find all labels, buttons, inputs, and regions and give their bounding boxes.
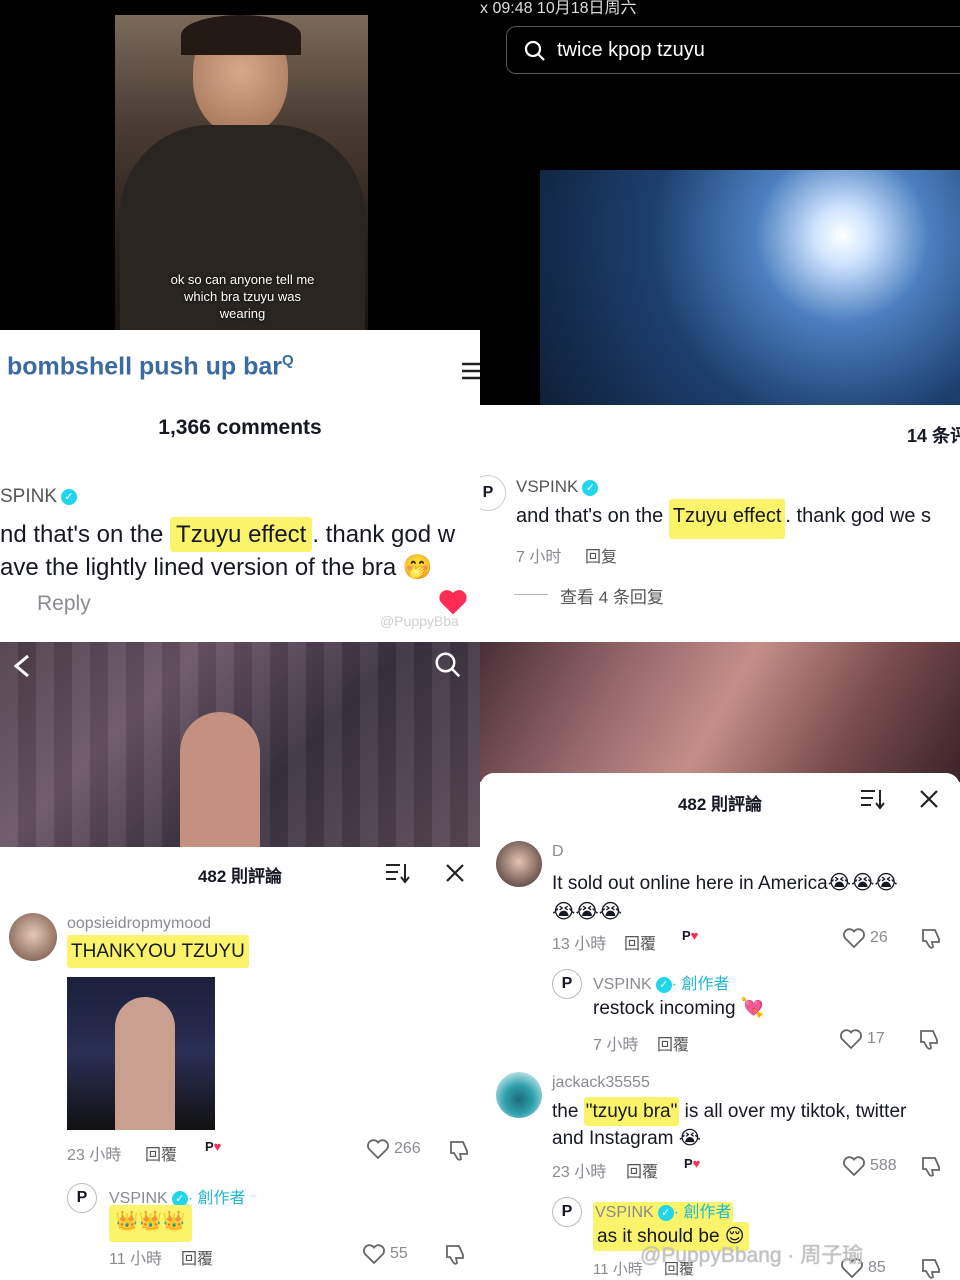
video-frame[interactable]: ok so can anyone tell me which bra tzuyu… <box>115 15 368 330</box>
search-bar[interactable]: twice kpop tzuyu <box>506 26 960 74</box>
creator-tag: · 創作者 <box>671 976 730 993</box>
watermark: @PuppyBba <box>380 613 459 629</box>
creator-avatar[interactable]: P <box>552 1197 582 1227</box>
comment-image[interactable] <box>67 977 215 1130</box>
creator-avatar[interactable]: P <box>67 1183 97 1213</box>
search-query[interactable]: twice kpop tzuyu <box>557 39 705 62</box>
video-caption: ok so can anyone tell me which bra tzuyu… <box>170 272 315 321</box>
dislike-icon[interactable] <box>918 1257 942 1280</box>
bottom-left-comment-sheet: 482 則評論 oopsieidropmymood THANKYOU TZUYU… <box>0 847 480 1280</box>
comment-text: the "tzuyu bra" is all over my tiktok, t… <box>552 1097 906 1152</box>
creator-liked-icon: P♥ <box>682 928 699 943</box>
comment-username[interactable]: oopsieidropmymood <box>67 915 211 933</box>
comment-text: nd that's on the Tzuyu effect. thank god… <box>0 517 480 584</box>
reply-button[interactable]: 回覆 <box>657 1031 689 1055</box>
like-button[interactable]: 588 <box>842 1154 897 1178</box>
mid-right-comments-panel: 14 条评 P VSPINK ✓ and that's on the Tzuyu … <box>480 405 960 642</box>
creator-tag: · 創作者 <box>187 1190 246 1207</box>
status-bar: x 09:48 10月18日周六 <box>480 0 637 17</box>
highlight: Tzuyu effect <box>170 517 313 552</box>
view-replies-button[interactable]: 查看 4 条回复 <box>560 583 664 608</box>
top-right-search-panel: x 09:48 10月18日周六 twice kpop tzuyu <box>480 0 960 405</box>
sort-icon[interactable] <box>384 861 410 890</box>
search-small-icon: Q <box>282 352 294 369</box>
watermark: @PuppyBbang · 周子瑜 <box>640 1244 864 1267</box>
comment-username[interactable]: jackack35555 <box>552 1074 650 1092</box>
comment-username[interactable]: D <box>552 843 564 861</box>
search-result-video[interactable] <box>540 170 960 405</box>
like-button[interactable]: 266 <box>366 1137 421 1161</box>
avatar[interactable]: P <box>480 475 506 511</box>
avatar[interactable] <box>9 913 57 961</box>
comment-time: 7 小时 <box>516 549 562 566</box>
reply-username[interactable]: VSPINK ✓ · 創作者 <box>593 970 729 994</box>
comment-username[interactable]: VSPINK ✓ <box>516 477 599 497</box>
sort-icon[interactable] <box>859 787 885 816</box>
creator-tag: · 創作者 <box>673 1204 732 1221</box>
reply-button[interactable]: 回覆 <box>626 1158 658 1182</box>
image-person <box>115 997 175 1130</box>
reply-time: 7 小時 <box>593 1037 639 1054</box>
reply-button[interactable]: Reply <box>37 592 91 616</box>
close-icon[interactable] <box>918 788 940 815</box>
comment-username[interactable]: SPINK ✓ <box>0 486 78 508</box>
verified-icon: ✓ <box>657 1204 674 1221</box>
search-icon[interactable] <box>433 650 463 685</box>
reply-button[interactable]: 回复 <box>585 543 617 567</box>
reply-username[interactable]: VSPINK ✓ · 創作者 <box>593 1198 734 1223</box>
comment-text: and that's on the Tzuyu effect. thank go… <box>516 499 931 539</box>
avatar[interactable] <box>496 841 542 887</box>
verified-icon: ✓ <box>582 479 599 496</box>
dislike-icon[interactable] <box>442 1243 466 1267</box>
dislike-icon[interactable] <box>918 1155 942 1179</box>
avatar[interactable] <box>496 1072 542 1118</box>
dislike-icon[interactable] <box>916 1028 940 1052</box>
divider-line <box>514 594 548 595</box>
creator-liked-icon: P♥ <box>205 1139 222 1154</box>
comment-count-label: 14 条评 <box>907 426 960 446</box>
dislike-icon[interactable] <box>918 927 942 951</box>
left-concert-video[interactable] <box>0 642 480 847</box>
emoji: 🤭 <box>402 554 433 581</box>
reply-button[interactable]: 回覆 <box>624 930 656 954</box>
like-button[interactable]: 17 <box>839 1027 885 1051</box>
creator-liked-icon: P♥ <box>684 1156 701 1171</box>
comment-time: 13 小時 <box>552 936 607 953</box>
performer <box>180 712 260 847</box>
comment-text: It sold out online here in America😭😭😭 😭😭… <box>552 872 898 923</box>
reply-time: 11 小時 <box>109 1251 163 1268</box>
back-icon[interactable] <box>10 652 34 685</box>
search-icon <box>523 39 547 68</box>
search-term-link[interactable]: bombshell push up barQ <box>7 352 294 381</box>
person-hair <box>181 15 301 55</box>
comment-time: 23 小時 <box>67 1147 122 1164</box>
reply-button[interactable]: 回覆 <box>181 1245 213 1269</box>
close-icon[interactable] <box>444 862 466 889</box>
right-concert-video[interactable] <box>480 642 960 782</box>
verified-icon: ✓ <box>61 488 78 505</box>
reply-text: 👑👑👑 <box>109 1205 192 1242</box>
bottom-right-comment-sheet: 482 則評論 D It sold out online here in Ame… <box>480 773 960 1280</box>
verified-icon: ✓ <box>655 976 672 993</box>
reply-text: restock incoming 💘 <box>593 998 765 1019</box>
reply-time: 11 小時 <box>593 1261 643 1278</box>
reply-button[interactable]: 回覆 <box>145 1141 177 1165</box>
top-left-video-panel: ok so can anyone tell me which bra tzuyu… <box>0 0 480 330</box>
highlight: Tzuyu effect <box>668 499 786 539</box>
comment-text: THANKYOU TZUYU <box>67 935 249 968</box>
dislike-icon[interactable] <box>446 1139 470 1163</box>
comments-count: 1,366 comments <box>158 416 322 439</box>
comment-time: 23 小時 <box>552 1164 607 1181</box>
filter-icon[interactable] <box>460 360 480 387</box>
sheet-header-title: 482 則評論 <box>677 795 763 814</box>
creator-avatar[interactable]: P <box>552 969 582 999</box>
like-button[interactable]: 26 <box>842 926 888 950</box>
like-button[interactable]: 55 <box>362 1242 408 1266</box>
mid-left-comments-panel: bombshell push up barQ 1,366 comments SP… <box>0 330 480 642</box>
